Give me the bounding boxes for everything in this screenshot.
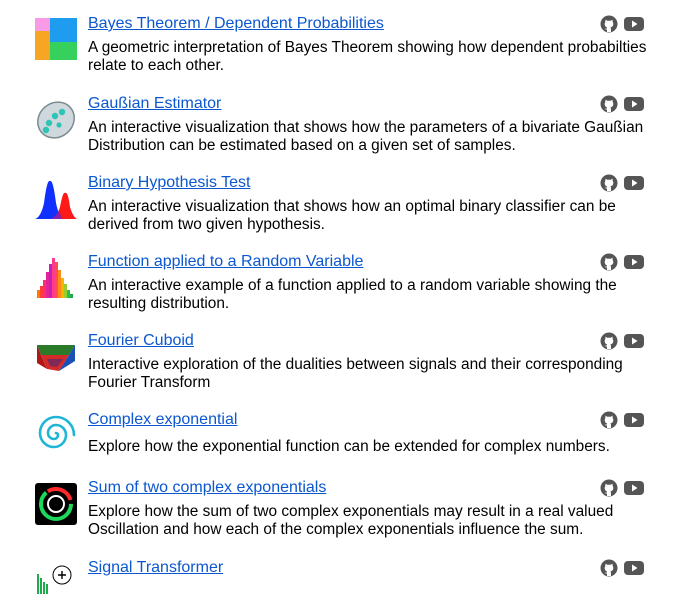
item-actions — [600, 332, 644, 350]
bayes-squares-icon — [35, 18, 77, 60]
item-actions — [600, 95, 644, 113]
item-title-link[interactable]: Binary Hypothesis Test — [88, 174, 250, 192]
item-description: An interactive visualization that shows … — [88, 119, 644, 154]
youtube-icon[interactable] — [624, 253, 644, 271]
youtube-icon[interactable] — [624, 15, 644, 33]
youtube-icon[interactable] — [624, 332, 644, 350]
histogram-icon — [35, 256, 77, 298]
github-icon[interactable] — [600, 174, 618, 192]
rings-icon — [35, 483, 77, 525]
github-icon[interactable] — [600, 15, 618, 33]
item-title-link[interactable]: Signal Transformer — [88, 559, 223, 577]
item-actions — [600, 479, 644, 497]
youtube-icon[interactable] — [624, 411, 644, 429]
youtube-icon[interactable] — [624, 559, 644, 577]
item-description: An interactive example of a function app… — [88, 277, 617, 312]
cuboid-icon — [35, 335, 77, 377]
item-title-link[interactable]: Sum of two complex exponentials — [88, 479, 326, 497]
spiral-icon — [35, 414, 77, 456]
github-icon[interactable] — [600, 559, 618, 577]
item-description: Explore how the sum of two complex expon… — [88, 503, 614, 538]
github-icon[interactable] — [600, 253, 618, 271]
gaussian-ellipse-icon — [35, 99, 77, 141]
hypothesis-curves-icon — [35, 177, 77, 219]
item-description: An interactive visualization that shows … — [88, 198, 616, 233]
github-icon[interactable] — [600, 411, 618, 429]
item-title-link[interactable]: Gaußian Estimator — [88, 95, 221, 113]
item-title-link[interactable]: Complex exponential — [88, 411, 237, 429]
item-title-link[interactable]: Bayes Theorem / Dependent Probabilities — [88, 15, 384, 33]
youtube-icon[interactable] — [624, 479, 644, 497]
signal-transformer-icon — [35, 564, 77, 606]
item-title-link[interactable]: Function applied to a Random Variable — [88, 253, 363, 271]
github-icon[interactable] — [600, 479, 618, 497]
item-actions — [600, 15, 644, 33]
item-actions — [600, 174, 644, 192]
github-icon[interactable] — [600, 332, 618, 350]
item-description: Explore how the exponential function can… — [88, 438, 610, 455]
youtube-icon[interactable] — [624, 95, 644, 113]
item-description: A geometric interpretation of Bayes Theo… — [88, 39, 647, 74]
item-actions — [600, 253, 644, 271]
item-description: Interactive exploration of the dualities… — [88, 356, 623, 391]
item-actions — [600, 559, 644, 577]
item-actions — [600, 411, 644, 429]
youtube-icon[interactable] — [624, 174, 644, 192]
item-title-link[interactable]: Fourier Cuboid — [88, 332, 194, 350]
github-icon[interactable] — [600, 95, 618, 113]
